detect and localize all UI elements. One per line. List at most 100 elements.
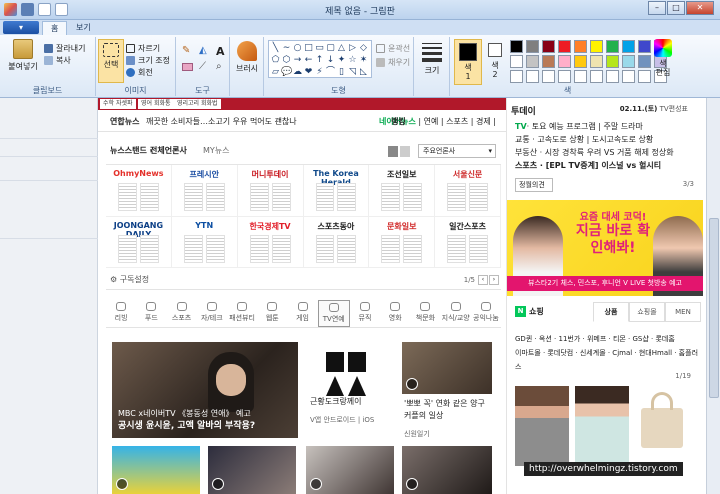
shape-option-3[interactable]: □ [303,42,314,54]
shape-option-4[interactable]: ▭ [314,42,325,54]
shape-option-9[interactable]: ⬠ [270,54,281,66]
shape-option-22[interactable]: ⚡ [314,66,325,78]
shape-option-14[interactable]: ↓ [325,54,336,66]
rotate-button[interactable]: 회전 [126,67,153,78]
shape-option-25[interactable]: ◹ [347,66,358,78]
color-swatch-12[interactable] [542,55,555,68]
shape-option-8[interactable]: ◇ [358,42,369,54]
color-swatch-21[interactable] [526,70,539,83]
color2-button[interactable]: 색 2 [484,39,506,79]
select-button[interactable]: 선택 [98,39,124,83]
pencil-icon[interactable]: ✎ [182,45,196,58]
color1-button[interactable]: 색 1 [454,39,482,85]
color-swatch-2[interactable] [542,40,555,53]
edit-colors-icon [654,39,672,57]
color-palette[interactable] [510,40,668,83]
shape-option-23[interactable]: ⌒ [325,66,336,78]
color-swatch-24[interactable] [574,70,587,83]
scrollbar-thumb[interactable] [709,218,719,398]
press-thumbnails [118,183,159,211]
color-picker-icon[interactable]: ⟋ [199,61,213,72]
product-image-2 [575,386,629,466]
edit-colors-button[interactable]: 색 편집 [650,39,676,77]
magnifier-icon[interactable]: ⌕ [216,61,230,72]
shape-option-12[interactable]: ← [303,54,314,66]
press-cell: The Korea Herald [303,165,370,217]
crop-label: 자르기 [138,44,161,53]
outline-dropdown[interactable]: 윤곽선 [376,43,410,54]
file-menu-button[interactable]: ▾ [3,21,39,34]
shape-option-17[interactable]: ✶ [358,54,369,66]
shape-option-11[interactable]: → [292,54,303,66]
tab-home[interactable]: 홈 [42,21,68,35]
color-swatch-22[interactable] [542,70,555,83]
vapp-card-text: 근황도크랑께이 V앱 안드로이드 | iOS [310,396,396,426]
shape-option-21[interactable]: ❤ [303,66,314,78]
color-swatch-10[interactable] [510,55,523,68]
fill-bucket-icon[interactable]: ◭ [199,45,213,58]
shopping-page: 1/19 [675,372,691,380]
shape-option-16[interactable]: ☆ [347,54,358,66]
color-swatch-1[interactable] [526,40,539,53]
close-button[interactable]: ✕ [686,1,714,15]
category-icon [206,302,217,311]
color-swatch-17[interactable] [622,55,635,68]
main-caption-top: MBC x네이버TV 《봉동성 연애》 예고 [118,409,251,418]
shape-option-7[interactable]: ▷ [347,42,358,54]
color-swatch-5[interactable] [590,40,603,53]
color-swatch-25[interactable] [590,70,603,83]
ad-headline: 요즘 대세 코덕! 지금 바로 확인해봐! [573,208,653,257]
color-swatch-7[interactable] [622,40,635,53]
vertical-scrollbar[interactable] [706,98,720,494]
brushes-button[interactable]: 브러시 [234,41,260,74]
crop-button[interactable]: 자르기 [126,43,160,54]
copy-button[interactable]: 복사 [44,55,71,66]
pasted-naver-screenshot[interactable]: 수학 자셋파 영어 회화통 영리고리 회화법 연합뉴스 깨끗한 소비자들…소고기… [98,98,706,494]
eraser-icon[interactable] [182,63,193,71]
color-swatch-16[interactable] [606,55,619,68]
shape-option-2[interactable]: ○ [292,42,303,54]
link-economy: 경제 [476,117,491,126]
play-icon [406,378,418,390]
color-swatch-26[interactable] [606,70,619,83]
tab-view[interactable]: 보기 [68,21,99,35]
size-button[interactable]: 크기 [414,65,450,76]
color-swatch-4[interactable] [574,40,587,53]
shape-option-24[interactable]: ▯ [336,66,347,78]
fill-dropdown[interactable]: 채우기 [376,57,410,68]
select-rect-icon [103,43,119,57]
cut-label: 잘라내기 [56,44,86,53]
shape-option-13[interactable]: ↑ [314,54,325,66]
shape-option-20[interactable]: ☁ [292,66,303,78]
minimize-button[interactable]: – [648,1,666,15]
shapes-gallery[interactable]: ╲ ∼ ○ □ ▭ ▢ △ ▷ ◇ ⬠ ⬡ → ← ↑ ↓ ✦ ☆ ✶ ▱ 💬 ☁ ❤ ⚡ ⌒ ▯ ◹ ◺ [268,40,372,78]
shape-option-15[interactable]: ✦ [336,54,347,66]
shape-option-18[interactable]: ▱ [270,66,281,78]
shape-option-10[interactable]: ⬡ [281,54,292,66]
color-swatch-27[interactable] [622,70,635,83]
today-line-4: 스포츠 · [EPL TV중계] 이스널 vs 헐시티 [515,161,662,170]
size-lines-icon[interactable] [422,43,442,62]
color-swatch-6[interactable] [606,40,619,53]
color-swatch-0[interactable] [510,40,523,53]
color-swatch-13[interactable] [558,55,571,68]
color-swatch-3[interactable] [558,40,571,53]
shape-option-5[interactable]: ▢ [325,42,336,54]
resize-button[interactable]: 크기 조정 [126,55,170,66]
color-swatch-14[interactable] [574,55,587,68]
shape-option-1[interactable]: ∼ [281,42,292,54]
category-item: TV연예 [317,300,350,327]
color-swatch-15[interactable] [590,55,603,68]
text-icon[interactable]: A [216,45,230,58]
shape-option-26[interactable]: ◺ [358,66,369,78]
newsstand-label: 뉴스스탠드 › [110,146,153,155]
color-swatch-20[interactable] [510,70,523,83]
color-swatch-23[interactable] [558,70,571,83]
paste-button[interactable]: 붙여넣기 [6,39,40,72]
cut-button[interactable]: 잘라내기 [44,43,85,54]
maximize-button[interactable]: □ [667,1,685,15]
color-swatch-11[interactable] [526,55,539,68]
shape-option-19[interactable]: 💬 [281,66,292,78]
shape-option-0[interactable]: ╲ [270,42,281,54]
shape-option-6[interactable]: △ [336,42,347,54]
